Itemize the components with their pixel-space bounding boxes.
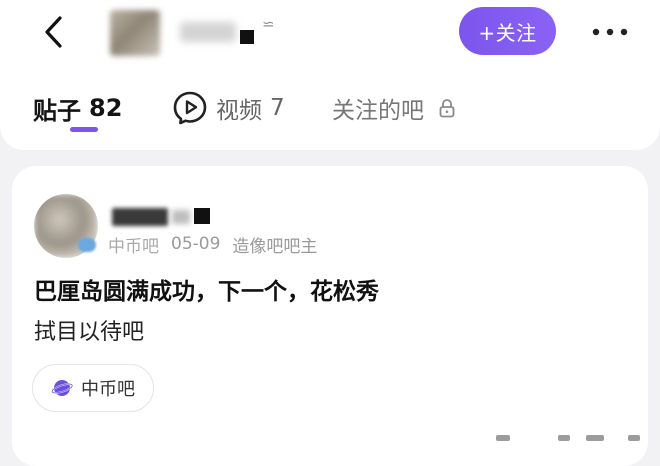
follow-button[interactable]: +关注 <box>459 7 556 55</box>
back-button[interactable] <box>34 10 74 54</box>
post-body: 拭目以待吧 <box>34 320 145 345</box>
post-author-name-blurred-3 <box>194 208 210 224</box>
post-title[interactable]: 巴厘岛圆满成功，下一个，花松秀 <box>34 272 379 306</box>
tab-posts-label: 贴子 <box>33 96 81 125</box>
author-badge-icon <box>78 238 96 252</box>
tab-videos[interactable]: 视频 7 <box>172 80 285 136</box>
post-meta: 中币吧 05-09 造像吧吧主 <box>108 232 329 257</box>
follow-button-label: +关注 <box>478 20 537 45</box>
more-horizontal-icon <box>592 28 628 36</box>
active-tab-indicator <box>70 127 98 132</box>
user-name-blurred-mark <box>240 30 254 44</box>
tab-posts-count: 82 <box>89 94 123 122</box>
more-button[interactable] <box>590 18 630 46</box>
cut-off-footer-text <box>488 433 648 441</box>
profile-header: ⋍ +关注 贴子 82 视频 7 关注的吧 <box>0 0 660 150</box>
post-card[interactable]: 中币吧 05-09 造像吧吧主 巴厘岛圆满成功，下一个，花松秀 拭目以待吧 中币… <box>12 166 648 466</box>
lock-icon-wrap <box>438 98 456 118</box>
tab-videos-label: 视频 <box>216 98 262 124</box>
planet-icon <box>51 380 73 396</box>
profile-tabs: 贴子 82 视频 7 关注的吧 <box>0 80 660 136</box>
forum-tag-button[interactable]: 中币吧 <box>32 364 154 412</box>
user-name-blurred <box>180 22 236 42</box>
post-meta-date: 05-09 <box>171 234 221 254</box>
post-meta-forum: 中币吧 <box>108 236 159 257</box>
nav-bar: ⋍ +关注 <box>0 0 660 66</box>
lock-icon <box>439 99 455 118</box>
tab-followed-forums[interactable]: 关注的吧 <box>332 80 456 136</box>
post-meta-role: 造像吧吧主 <box>232 236 318 257</box>
video-play-icon <box>173 91 207 125</box>
tab-followed-forums-label: 关注的吧 <box>332 98 424 124</box>
post-author-name-blurred-2 <box>172 210 190 224</box>
user-avatar-blurred[interactable] <box>110 10 160 56</box>
post-author-name-blurred <box>112 208 168 226</box>
forum-tag-label: 中币吧 <box>81 379 135 400</box>
chevron-left-icon <box>45 16 62 48</box>
user-name-blurred-tail: ⋍ <box>262 15 275 33</box>
tab-videos-count: 7 <box>270 95 285 121</box>
